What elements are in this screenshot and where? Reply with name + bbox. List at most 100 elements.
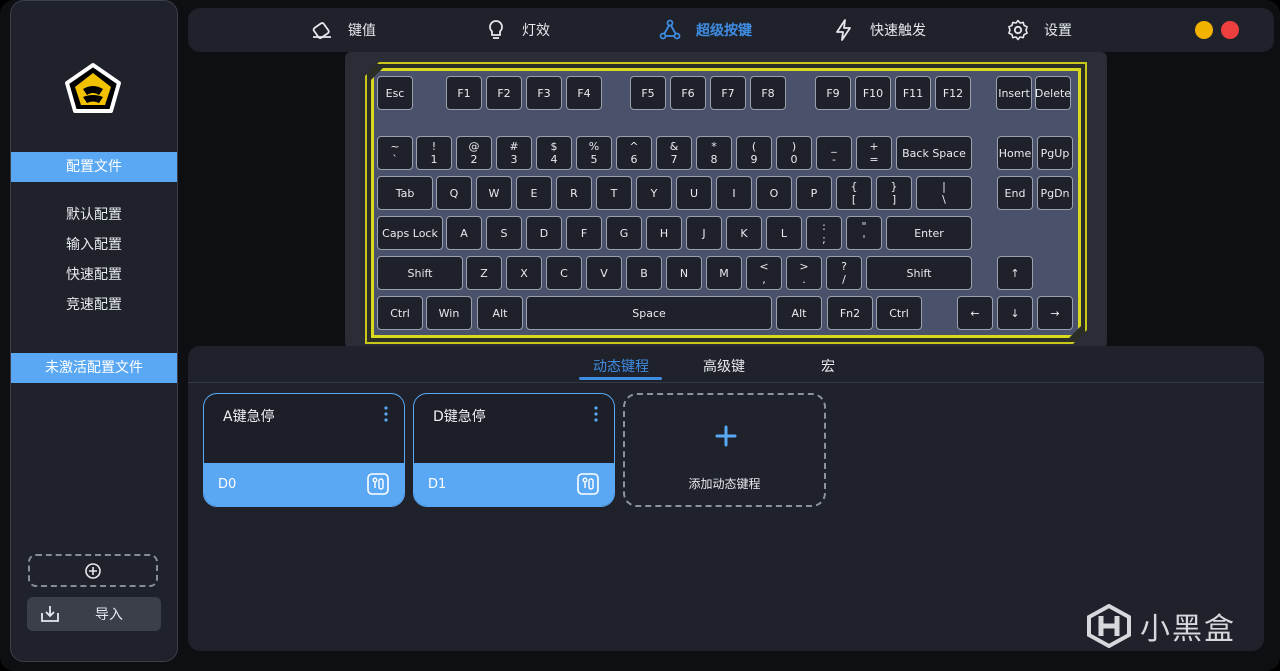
key[interactable]: L: [766, 216, 802, 250]
key[interactable]: ) 0: [776, 136, 812, 170]
key[interactable]: J: [686, 216, 722, 250]
key[interactable]: $4: [536, 136, 572, 170]
key[interactable]: End: [997, 176, 1033, 210]
key[interactable]: R: [556, 176, 592, 210]
key[interactable]: Shift: [866, 256, 972, 290]
tab-super-key[interactable]: 超级按键: [658, 8, 752, 52]
key[interactable]: ~ `: [377, 136, 413, 170]
dks-card[interactable]: D键急停 D1: [413, 393, 615, 507]
profile-item-race[interactable]: 竞速配置: [11, 290, 177, 320]
key[interactable]: Caps Lock: [377, 216, 443, 250]
key[interactable]: Alt: [477, 296, 523, 330]
key[interactable]: Alt: [776, 296, 822, 330]
more-options-icon[interactable]: [594, 406, 598, 422]
key[interactable]: F8: [750, 76, 786, 110]
profile-item-quick[interactable]: 快速配置: [11, 260, 177, 290]
key[interactable]: Enter: [886, 216, 972, 250]
key[interactable]: Delete: [1035, 76, 1071, 110]
key[interactable]: & 7: [656, 136, 692, 170]
key[interactable]: F2: [486, 76, 522, 110]
profile-item-default[interactable]: 默认配置: [11, 200, 177, 230]
key[interactable]: Tab: [377, 176, 433, 210]
tab-settings[interactable]: 设置: [1006, 8, 1072, 52]
key[interactable]: >.: [786, 256, 822, 290]
key[interactable]: Ctrl: [876, 296, 922, 330]
key[interactable]: F6: [670, 76, 706, 110]
key[interactable]: F7: [710, 76, 746, 110]
import-button[interactable]: 导入: [27, 597, 161, 631]
key[interactable]: % 5: [576, 136, 612, 170]
key[interactable]: Space: [526, 296, 772, 330]
key[interactable]: F9: [815, 76, 851, 110]
key[interactable]: B: [626, 256, 662, 290]
key[interactable]: U: [676, 176, 712, 210]
key[interactable]: W: [476, 176, 512, 210]
add-profile-button[interactable]: [28, 554, 158, 587]
key[interactable]: F4: [566, 76, 602, 110]
dks-settings-icon[interactable]: [577, 473, 599, 495]
tab-key-value[interactable]: 键值: [310, 8, 376, 52]
key[interactable]: Win: [426, 296, 472, 330]
key[interactable]: <,: [746, 256, 782, 290]
key[interactable]: Z: [466, 256, 502, 290]
key[interactable]: * 8: [696, 136, 732, 170]
key[interactable]: X: [506, 256, 542, 290]
key[interactable]: Insert: [996, 76, 1032, 110]
key[interactable]: ? /: [826, 256, 862, 290]
key[interactable]: S: [486, 216, 522, 250]
key[interactable]: D: [526, 216, 562, 250]
key[interactable]: O: [756, 176, 792, 210]
key[interactable]: Fn2: [827, 296, 873, 330]
key[interactable]: F1: [446, 76, 482, 110]
key[interactable]: PgDn: [1037, 176, 1073, 210]
key[interactable]: " ': [846, 216, 882, 250]
key[interactable]: F11: [895, 76, 931, 110]
key[interactable]: M: [706, 256, 742, 290]
dks-card[interactable]: A键急停 D0: [203, 393, 405, 507]
key[interactable]: F: [566, 216, 602, 250]
profile-item-input[interactable]: 输入配置: [11, 230, 177, 260]
key[interactable]: F5: [630, 76, 666, 110]
key[interactable]: }]: [876, 176, 912, 210]
key[interactable]: (9: [736, 136, 772, 170]
key[interactable]: :;: [806, 216, 842, 250]
inactive-profiles-header[interactable]: 未激活配置文件: [11, 353, 177, 383]
key[interactable]: V: [586, 256, 622, 290]
dks-settings-icon[interactable]: [367, 473, 389, 495]
close-button[interactable]: [1221, 21, 1239, 39]
key[interactable]: #3: [496, 136, 532, 170]
more-options-icon[interactable]: [384, 406, 388, 422]
key[interactable]: ↓: [997, 296, 1033, 330]
key[interactable]: ! 1: [416, 136, 452, 170]
key[interactable]: P: [796, 176, 832, 210]
key[interactable]: + =: [856, 136, 892, 170]
key[interactable]: →: [1037, 296, 1073, 330]
key[interactable]: Y: [636, 176, 672, 210]
key[interactable]: K: [726, 216, 762, 250]
key[interactable]: | \: [916, 176, 972, 210]
key[interactable]: @2: [456, 136, 492, 170]
add-dks-button[interactable]: 添加动态键程: [623, 393, 826, 507]
key[interactable]: I: [716, 176, 752, 210]
key[interactable]: F10: [855, 76, 891, 110]
key[interactable]: F12: [935, 76, 971, 110]
key[interactable]: C: [546, 256, 582, 290]
key[interactable]: PgUp: [1037, 136, 1073, 170]
key[interactable]: Shift: [377, 256, 463, 290]
key[interactable]: H: [646, 216, 682, 250]
key[interactable]: Ctrl: [377, 296, 423, 330]
key[interactable]: Esc: [377, 76, 413, 110]
key[interactable]: _ -: [816, 136, 852, 170]
key[interactable]: F3: [526, 76, 562, 110]
minimize-button[interactable]: [1195, 21, 1213, 39]
key[interactable]: T: [596, 176, 632, 210]
key[interactable]: Home: [997, 136, 1033, 170]
key[interactable]: Back Space: [896, 136, 972, 170]
tab-rapid-trigger[interactable]: 快速触发: [832, 8, 926, 52]
key[interactable]: G: [606, 216, 642, 250]
profile-header[interactable]: 配置文件: [11, 152, 177, 182]
subtab-macro[interactable]: 宏: [821, 356, 835, 376]
key[interactable]: Q: [436, 176, 472, 210]
key[interactable]: N: [666, 256, 702, 290]
subtab-advanced-key[interactable]: 高级键: [703, 356, 745, 376]
